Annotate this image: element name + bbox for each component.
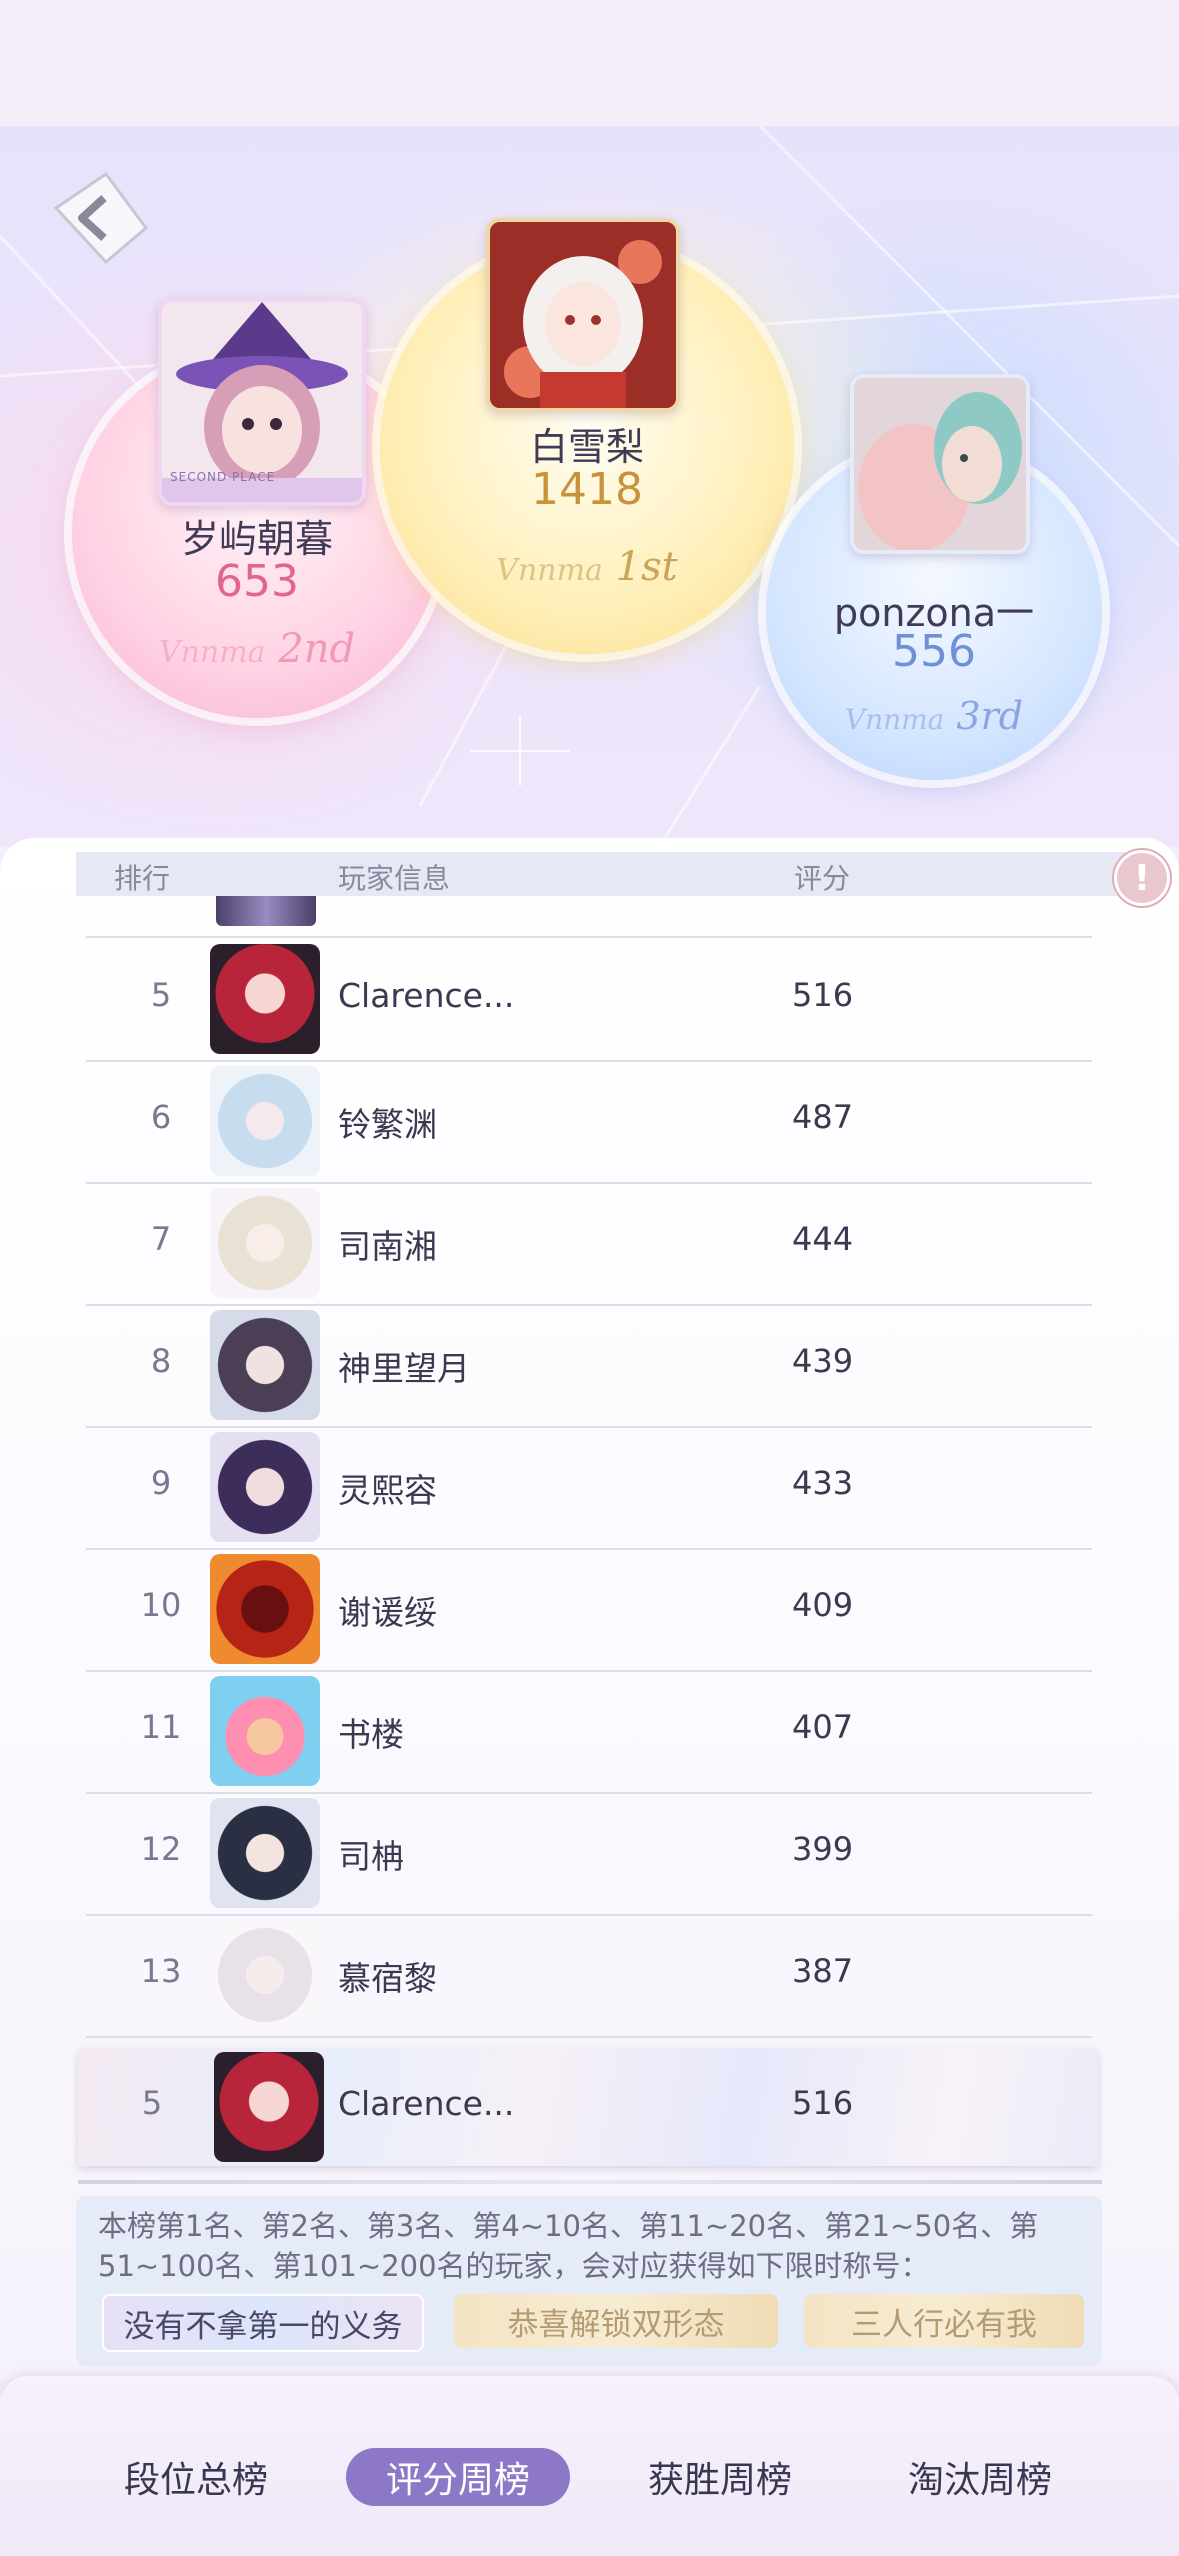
podium-second-script: Vnnma <box>158 635 266 670</box>
row-score: 516 <box>792 976 854 1014</box>
row-score: 444 <box>792 1220 854 1258</box>
divider <box>78 2180 1102 2184</box>
podium-third-script: Vnnma <box>844 703 945 736</box>
row-avatar <box>210 944 320 1054</box>
row-score: 407 <box>792 1708 854 1746</box>
ranking-list[interactable]: 5 Clarence... 516 6 铃繁渊 487 7 司南湘 444 8 … <box>86 896 1092 2040</box>
table-row[interactable]: 10 谢谖绥 409 <box>86 1548 1092 1672</box>
bottom-tab-bar: 段位总榜 评分周榜 获胜周榜 淘汰周榜 <box>0 2376 1179 2556</box>
row-name: 慕宿黎 <box>338 1959 437 1998</box>
podium-first-score: 1418 <box>531 464 643 515</box>
row-name: 谢谖绥 <box>338 1593 437 1632</box>
row-name: 司南湘 <box>338 1227 437 1266</box>
my-score: 516 <box>792 2084 854 2122</box>
row-avatar <box>210 1798 320 1908</box>
row-rank: 11 <box>140 1708 182 1746</box>
column-rank: 排行 <box>114 862 171 895</box>
table-row[interactable]: 9 灵熙容 433 <box>86 1426 1092 1550</box>
tab-rank-overall[interactable]: 段位总榜 <box>96 2448 296 2506</box>
reward-title-second[interactable]: 恭喜解锁双形态 <box>454 2294 778 2348</box>
tab-score-weekly[interactable]: 评分周榜 <box>346 2448 570 2506</box>
table-row[interactable]: 13 慕宿黎 387 <box>86 1914 1092 2038</box>
column-player: 玩家信息 <box>338 862 451 895</box>
column-score: 评分 <box>794 862 851 895</box>
row-rank: 10 <box>140 1586 182 1624</box>
podium-second-rank-label: Vnnma 2nd <box>72 626 442 672</box>
row-avatar <box>210 1554 320 1664</box>
row-name: 灵熙容 <box>338 1471 437 1510</box>
row-avatar <box>210 1676 320 1786</box>
podium-section: 岁屿朝暮 653 Vnnma 2nd 白雪梨 1418 Vnnma 1st po… <box>0 126 1179 846</box>
table-row[interactable]: 6 铃繁渊 487 <box>86 1060 1092 1184</box>
table-row[interactable]: 11 书楼 407 <box>86 1670 1092 1794</box>
podium-first-rank-label: Vnnma 1st <box>380 544 794 590</box>
my-avatar <box>214 2052 324 2162</box>
table-row[interactable]: 12 司柟 399 <box>86 1792 1092 1916</box>
row-rank: 13 <box>140 1952 182 1990</box>
partial-row-avatar <box>216 896 316 926</box>
reward-info: 本榜第1名、第2名、第3名、第4~10名、第11~20名、第21~50名、第51… <box>76 2196 1102 2366</box>
back-arrow-icon <box>53 171 149 265</box>
tab-wins-weekly[interactable]: 获胜周榜 <box>620 2448 820 2506</box>
table-row[interactable]: 7 司南湘 444 <box>86 1182 1092 1306</box>
row-avatar <box>210 1310 320 1420</box>
my-rank-row[interactable]: 5 Clarence... 516 <box>78 2048 1098 2166</box>
podium-first-script: Vnnma <box>496 553 603 588</box>
tab-eliminations-weekly[interactable]: 淘汰周榜 <box>880 2448 1080 2506</box>
row-name: 神里望月 <box>338 1349 470 1388</box>
row-rank: 8 <box>150 1342 172 1380</box>
row-avatar <box>210 1066 320 1176</box>
podium-third-rank-label: Vnnma 3rd <box>766 694 1102 738</box>
podium-third-rank-text: 3rd <box>956 694 1024 738</box>
row-score: 439 <box>792 1342 854 1380</box>
table-header: 排行 玩家信息 评分 <box>76 852 1150 896</box>
row-score: 399 <box>792 1830 854 1868</box>
my-name: Clarence... <box>338 2084 515 2123</box>
row-name: 铃繁渊 <box>338 1105 437 1144</box>
reward-title-first[interactable]: 没有不拿第一的义务 <box>102 2294 424 2352</box>
back-button[interactable] <box>46 168 156 278</box>
podium-avatar-badge: SECOND PLACE <box>170 470 276 484</box>
row-rank: 12 <box>140 1830 182 1868</box>
row-score: 487 <box>792 1098 854 1136</box>
podium-first-rank-text: 1st <box>615 544 678 590</box>
row-score: 433 <box>792 1464 854 1502</box>
reward-description: 本榜第1名、第2名、第3名、第4~10名、第11~20名、第21~50名、第51… <box>98 2209 1039 2283</box>
row-score: 387 <box>792 1952 854 1990</box>
podium-third-score: 556 <box>892 626 976 677</box>
podium-first-name: 白雪梨 <box>529 425 644 469</box>
row-avatar <box>210 1920 320 2030</box>
row-name: Clarence... <box>338 976 515 1015</box>
row-rank: 5 <box>150 976 172 1014</box>
info-icon: ! <box>1133 857 1151 899</box>
podium-first-avatar <box>486 218 680 412</box>
table-row[interactable]: 8 神里望月 439 <box>86 1304 1092 1428</box>
row-rank: 6 <box>150 1098 172 1136</box>
info-button[interactable]: ! <box>1114 850 1170 906</box>
podium-third-avatar <box>850 374 1030 554</box>
status-bar-area <box>0 0 1179 126</box>
row-rank: 9 <box>150 1464 172 1502</box>
row-avatar <box>210 1432 320 1542</box>
row-rank: 7 <box>150 1220 172 1258</box>
row-avatar <box>210 1188 320 1298</box>
row-name: 司柟 <box>338 1837 404 1876</box>
reward-title-third[interactable]: 三人行必有我 <box>804 2294 1084 2348</box>
my-rank: 5 <box>141 2084 163 2122</box>
podium-second-rank-text: 2nd <box>278 626 356 672</box>
row-name: 书楼 <box>338 1715 404 1754</box>
row-score: 409 <box>792 1586 854 1624</box>
table-row[interactable]: 5 Clarence... 516 <box>86 938 1092 1062</box>
